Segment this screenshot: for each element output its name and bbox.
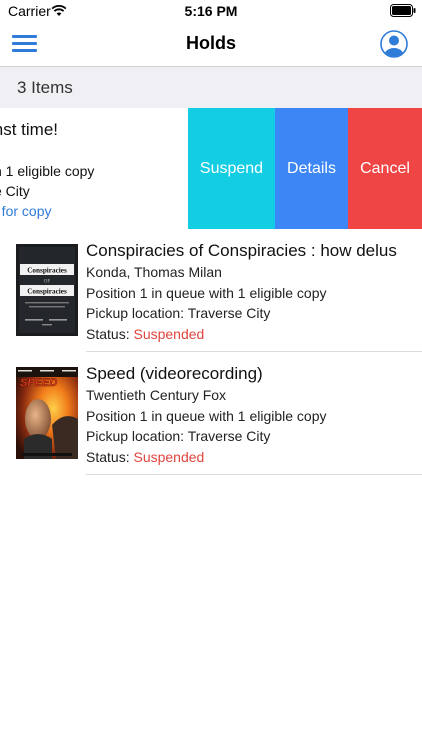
movie-cover-image: SPEED: [16, 367, 78, 459]
hold-queue-position: Position 1 in queue with 1 eligible copy: [86, 408, 327, 424]
cover-text-line3: Conspiracies: [27, 288, 67, 296]
section-header: 3 Items: [0, 67, 422, 108]
cover-logo-text: SPEED: [20, 377, 57, 389]
details-button[interactable]: Details: [275, 108, 348, 229]
items-count: 3 Items: [17, 78, 73, 97]
suspend-button[interactable]: Suspend: [188, 108, 275, 229]
status-label: Status:: [86, 449, 130, 465]
hold-queue-position: Position 1 in queue with 1 eligible copy: [86, 285, 327, 301]
clock-time: 5:16 PM: [184, 3, 238, 19]
hold-pickup-location: Pickup location: Traverse City: [86, 305, 271, 321]
cover-text-line2: OF: [44, 280, 51, 285]
navigation-bar: Holds: [0, 22, 422, 67]
hold-title: Speed (videorecording): [86, 364, 263, 383]
status-value: Suspended: [133, 449, 205, 465]
hold-list-item[interactable]: Conspiracies OF Conspiracies Conspiracie…: [0, 230, 422, 352]
hold-author: Konda, Thomas Milan: [86, 264, 222, 280]
row-divider: [86, 474, 422, 475]
hold-pickup-location: Pickup location: Traverse City: [86, 428, 271, 444]
swiped-hold-content[interactable]: inst time! n 1 eligible copy e City g fo…: [0, 108, 188, 229]
hold-status: Status: Suspended: [86, 326, 204, 342]
swiped-hold-queue: n 1 eligible copy: [0, 163, 95, 179]
swiped-hold-status: g for copy: [0, 203, 52, 219]
swiped-hold-pickup: e City: [0, 183, 30, 199]
status-bar: Carrier 5:16 PM: [0, 0, 422, 22]
row-divider: [86, 351, 422, 352]
status-value: Suspended: [133, 326, 205, 342]
swiped-hold-title: inst time!: [0, 120, 59, 139]
hold-author: Twentieth Century Fox: [86, 387, 227, 403]
swiped-hold-row[interactable]: inst time! n 1 eligible copy e City g fo…: [0, 108, 422, 229]
page-title: Holds: [185, 33, 236, 53]
user-profile-icon[interactable]: [380, 30, 408, 58]
book-cover-image: Conspiracies OF Conspiracies: [16, 244, 78, 336]
hold-status: Status: Suspended: [86, 449, 204, 465]
cancel-button[interactable]: Cancel: [348, 108, 422, 229]
status-label: Status:: [86, 326, 130, 342]
battery-icon: [390, 4, 416, 17]
hold-list-item[interactable]: SPEED Speed (videorecording) Twentieth C…: [0, 353, 422, 475]
cover-text-line1: Conspiracies: [27, 267, 67, 275]
hold-title: Conspiracies of Conspiracies : how delus: [86, 241, 397, 260]
